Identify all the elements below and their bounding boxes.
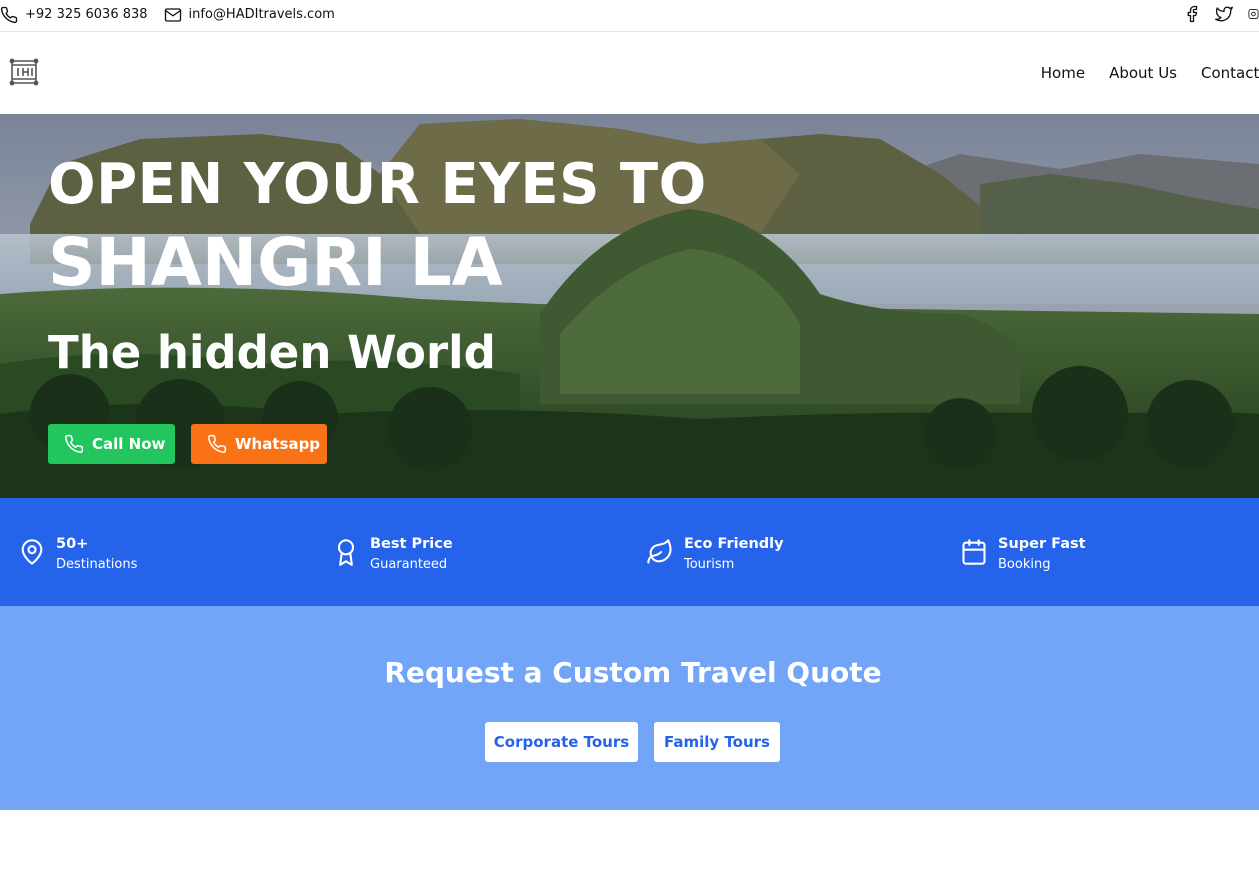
- social-links: [1183, 5, 1259, 23]
- feature-title: Super Fast: [998, 536, 1086, 552]
- contact-info: +92 325 6036 838 info@HADItravels.com: [0, 0, 335, 29]
- feature-title: Best Price: [370, 536, 453, 552]
- features-strip: 50+ Destinations Best Price Guaranteed E…: [0, 498, 1259, 606]
- mail-icon: [164, 6, 182, 24]
- family-tours-button[interactable]: Family Tours: [654, 722, 780, 762]
- hero-tagline: The hidden World: [48, 326, 496, 379]
- twitter-icon[interactable]: [1215, 5, 1233, 23]
- phone-icon: [0, 6, 18, 24]
- main-nav: Home About Us Contact: [1041, 64, 1259, 82]
- feature-best-price: Best Price Guaranteed: [332, 535, 453, 574]
- feature-subtitle: Destinations: [56, 557, 138, 572]
- feature-subtitle: Guaranteed: [370, 557, 448, 572]
- phone-number: +92 325 6036 838: [25, 7, 148, 22]
- nav-about-us[interactable]: About Us: [1109, 64, 1177, 82]
- instagram-icon[interactable]: [1248, 5, 1259, 23]
- hadi-logo-icon[interactable]: [9, 57, 39, 87]
- nav-home[interactable]: Home: [1041, 64, 1085, 82]
- feature-subtitle: Booking: [998, 557, 1051, 572]
- feature-title: 50+: [56, 536, 89, 552]
- email-address: info@HADItravels.com: [188, 7, 335, 22]
- facebook-icon[interactable]: [1183, 5, 1201, 23]
- award-icon: [332, 537, 360, 567]
- whatsapp-button[interactable]: Whatsapp: [191, 424, 327, 464]
- top-contact-bar: +92 325 6036 838 info@HADItravels.com: [0, 0, 1259, 32]
- feature-subtitle: Tourism: [684, 557, 735, 572]
- hero-headline-line1: OPEN YOUR EYES TO: [48, 152, 707, 217]
- feature-eco-friendly: Eco Friendly Tourism: [646, 535, 784, 574]
- call-now-label: Call Now: [92, 435, 166, 453]
- feature-fast-booking: Super Fast Booking: [960, 535, 1086, 574]
- feature-destinations: 50+ Destinations: [18, 535, 137, 574]
- hero-headline-line2: SHANGRI LA: [48, 224, 503, 301]
- phone-link[interactable]: +92 325 6036 838: [0, 6, 148, 24]
- site-header: Home About Us Contact: [0, 33, 1259, 114]
- leaf-icon: [646, 537, 674, 567]
- call-now-button[interactable]: Call Now: [48, 424, 175, 464]
- custom-quote-section: Request a Custom Travel Quote Corporate …: [0, 606, 1259, 810]
- calendar-icon: [960, 537, 988, 567]
- feature-title: Eco Friendly: [684, 536, 784, 552]
- email-link[interactable]: info@HADItravels.com: [164, 6, 335, 24]
- quote-title: Request a Custom Travel Quote: [384, 656, 882, 689]
- nav-contact[interactable]: Contact: [1201, 64, 1259, 82]
- map-pin-icon: [18, 537, 46, 567]
- corporate-tours-button[interactable]: Corporate Tours: [485, 722, 638, 762]
- whatsapp-label: Whatsapp: [235, 435, 321, 453]
- hero-section: OPEN YOUR EYES TO SHANGRI LA The hidden …: [0, 114, 1259, 498]
- phone-icon: [207, 434, 227, 454]
- phone-icon: [64, 434, 84, 454]
